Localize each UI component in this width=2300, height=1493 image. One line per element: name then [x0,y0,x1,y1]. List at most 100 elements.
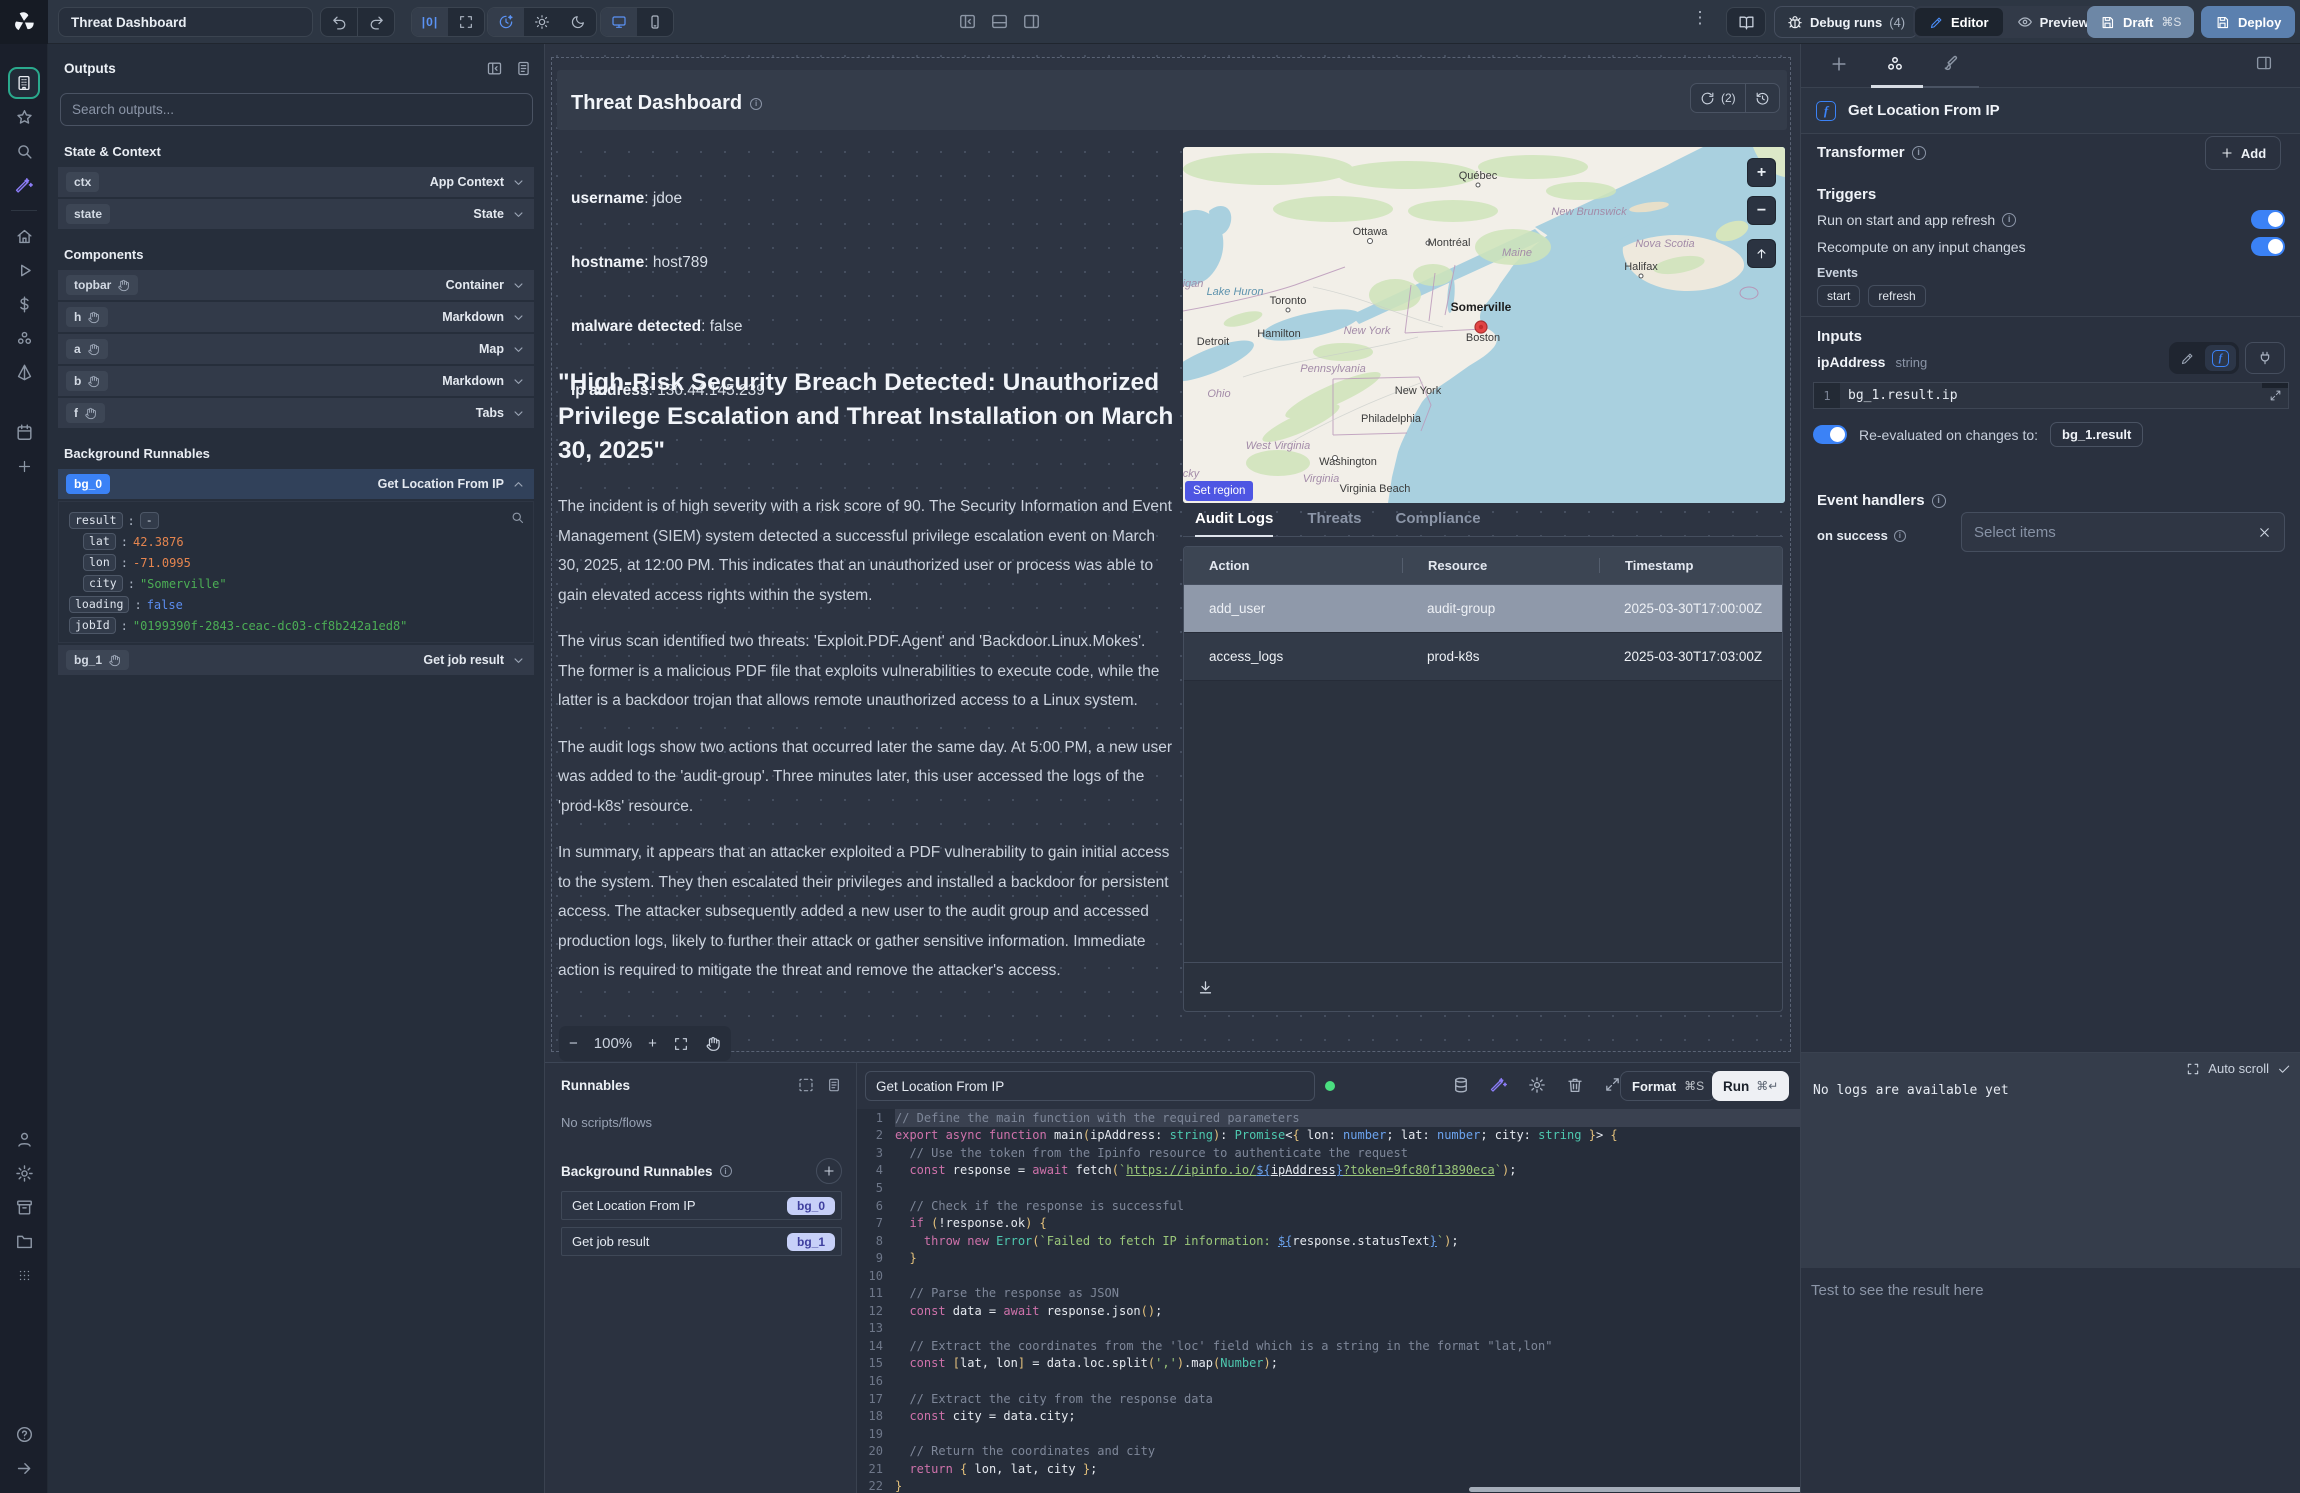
rail-search[interactable] [0,134,48,168]
undo-button[interactable] [321,8,357,36]
code-line[interactable]: 13 [857,1320,1800,1338]
rail-calendar[interactable] [0,415,48,449]
code-line[interactable]: 5 [857,1179,1800,1197]
recompute-history-button[interactable] [1746,91,1779,106]
rail-apps-active[interactable] [0,66,48,100]
code-line[interactable]: 11 // Parse the response as JSON [857,1284,1800,1302]
theme-auto-button[interactable] [488,8,524,36]
state-row-ctx[interactable]: ctxApp Context [58,167,534,197]
zoom-in-button[interactable]: + [648,1035,657,1052]
save-draft-button[interactable]: Draft⌘S [2087,6,2194,38]
outputs-search-input[interactable] [60,93,533,126]
component-row-h[interactable]: hMarkdown [58,302,534,332]
more-menu-button[interactable]: ⋮ [1688,8,1712,28]
rail-variables[interactable] [0,287,48,321]
component-row-a[interactable]: aMap [58,334,534,364]
table-row[interactable]: access_logsprod-k8s2025-03-30T17:03:00Z [1184,633,1782,681]
table-row[interactable]: add_useraudit-group2025-03-30T17:00:00Z [1184,585,1782,633]
map-component[interactable]: QuébecOttawaMontréalNew BrunswickNova Sc… [1183,147,1785,503]
code-line[interactable]: 3 // Use the token from the Ipinfo resou… [857,1144,1800,1162]
code-line[interactable]: 21 return { lon, lat, city }; [857,1460,1800,1478]
rail-user[interactable] [0,1122,48,1156]
styling-tab[interactable] [1941,54,1960,73]
code-line[interactable]: 4 const response = await fetch(`https://… [857,1162,1800,1180]
code-line[interactable]: 12 const data = await response.json(); [857,1302,1800,1320]
app-title-input[interactable] [58,7,313,37]
settings-icon[interactable] [1528,1076,1546,1094]
debug-runs-button[interactable]: Debug runs (4) [1774,6,1918,38]
set-region-button[interactable]: Set region [1185,481,1253,501]
expr-value[interactable]: bg_1.result.ip [1840,388,2269,403]
database-icon[interactable] [1452,1076,1470,1094]
tab-audit-logs[interactable]: Audit Logs [1195,506,1273,537]
markdown-report-component[interactable]: "High-Risk Security Breach Detected: Una… [558,366,1174,1003]
rail-add[interactable] [0,449,48,483]
doc-icon[interactable] [515,60,532,77]
expand-logs-icon[interactable] [2186,1062,2200,1076]
box-select-icon[interactable] [798,1077,814,1093]
code-line[interactable]: 16 [857,1372,1800,1390]
rail-workspace[interactable] [0,1258,48,1292]
tree-key[interactable]: lat [83,533,116,550]
chevron-down-icon[interactable] [511,653,526,668]
tab-editor[interactable]: Editor [1915,8,2003,36]
code-line[interactable]: 14 // Extract the coordinates from the '… [857,1337,1800,1355]
run-button[interactable]: Run⌘↵ [1712,1071,1789,1101]
pan-tool-button[interactable] [705,1036,721,1052]
code-editor[interactable]: 1// Define the main function with the re… [857,1109,1800,1493]
tree-key[interactable]: loading [69,596,129,613]
run-on-start-toggle[interactable] [2251,210,2285,229]
deploy-button[interactable]: Deploy [2201,6,2295,38]
event-chip-start[interactable]: start [1817,285,1860,307]
chevron-up-icon[interactable] [511,477,526,492]
rail-help[interactable] [0,1417,48,1451]
collapse-panel-icon[interactable] [486,60,503,77]
rail-favorites[interactable] [0,100,48,134]
theme-light-button[interactable] [524,8,560,36]
windmill-logo[interactable] [0,0,48,44]
component-row-b[interactable]: bMarkdown [58,366,534,396]
recompute-toggle[interactable] [2251,237,2285,256]
event-chip-refresh[interactable]: refresh [1868,285,1925,307]
expand-editor-icon[interactable] [1604,1076,1621,1093]
map-fit-button[interactable] [1748,240,1775,267]
auto-scroll-checkbox[interactable] [2277,1062,2291,1076]
rail-schedules[interactable] [0,355,48,389]
table-header-action[interactable]: Action [1184,558,1402,573]
reeval-dependency-chip[interactable]: bg_1.result [2050,422,2143,447]
component-row-topbar[interactable]: topbarContainer [58,270,534,300]
bg1-row[interactable]: bg_1 Get job result [58,645,534,675]
code-line[interactable]: 10 [857,1267,1800,1285]
app-canvas[interactable]: Threat Dashboard i (2) username: jdoehos… [545,44,1800,1062]
tree-key[interactable]: city [83,575,123,592]
rail-resources[interactable] [0,321,48,355]
code-line[interactable]: 20 // Return the coordinates and city [857,1442,1800,1460]
download-icon[interactable] [1197,979,1214,996]
table-header-resource[interactable]: Resource [1402,558,1599,573]
code-line[interactable]: 8 throw new Error(`Failed to fetch IP in… [857,1232,1800,1250]
doc-icon[interactable] [826,1077,842,1093]
rail-archive[interactable] [0,1190,48,1224]
code-line[interactable]: 1// Define the main function with the re… [857,1109,1800,1127]
zoom-out-button[interactable]: − [569,1035,578,1052]
map-zoom-out-button[interactable]: − [1748,197,1775,224]
runnable-item-bg_1[interactable]: Get job resultbg_1 [561,1227,842,1256]
tree-search-icon[interactable] [510,510,525,525]
code-line[interactable]: 19 [857,1425,1800,1443]
eval-mode-button[interactable]: f [2205,345,2236,371]
code-line[interactable]: 9 } [857,1249,1800,1267]
insert-component-tab[interactable] [1829,54,1849,74]
delete-icon[interactable] [1566,1076,1584,1094]
add-transformer-button[interactable]: Add [2205,136,2281,170]
toggle-right-panel-icon[interactable] [1022,12,1041,31]
align-button[interactable]: |0| [412,8,448,36]
redo-button[interactable] [358,8,394,36]
reeval-toggle[interactable] [1813,425,1847,444]
desktop-view-button[interactable] [601,8,637,36]
state-row-state[interactable]: stateState [58,199,534,229]
format-button[interactable]: Format⌘S [1620,1071,1716,1101]
toggle-bottom-panel-icon[interactable] [990,12,1009,31]
mobile-view-button[interactable] [637,8,673,36]
bg0-row[interactable]: bg_0 Get Location From IP [58,469,534,499]
code-line[interactable]: 18 const city = data.city; [857,1407,1800,1425]
